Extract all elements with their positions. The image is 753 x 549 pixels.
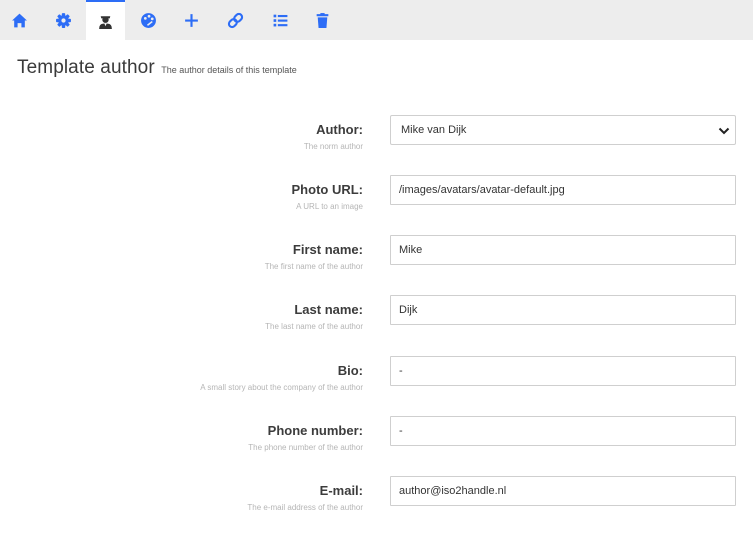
- author-select[interactable]: Mike van Dijk: [390, 115, 736, 145]
- tab-home[interactable]: [0, 0, 39, 40]
- last-name-row: Last name: The last name of the author: [0, 295, 753, 355]
- photo-url-label: Photo URL:: [291, 182, 363, 197]
- author-hint: The norm author: [303, 142, 363, 151]
- phone-label: Phone number:: [267, 423, 363, 438]
- trash-icon: [316, 12, 329, 28]
- author-label: Author:: [316, 122, 363, 137]
- bio-hint: A small story about the company of the a…: [200, 383, 363, 392]
- email-label: E-mail:: [319, 483, 363, 498]
- tab-delete[interactable]: [303, 0, 342, 40]
- first-name-label: First name:: [292, 242, 363, 257]
- phone-hint: The phone number of the author: [248, 443, 363, 452]
- photo-url-input[interactable]: [390, 175, 736, 205]
- gear-icon: [56, 12, 71, 28]
- photo-url-hint: A URL to an image: [296, 202, 363, 211]
- bio-label: Bio:: [337, 363, 363, 378]
- last-name-label: Last name:: [294, 302, 363, 317]
- list-icon: [273, 14, 288, 26]
- toolbar: [0, 0, 753, 40]
- author-icon: [99, 15, 112, 29]
- phone-input[interactable]: [390, 416, 736, 446]
- page-header: Template author The author details of th…: [17, 57, 297, 79]
- first-name-hint: The first name of the author: [264, 262, 363, 271]
- plus-icon: [185, 13, 198, 27]
- author-selected-value: Mike van Dijk: [401, 124, 467, 136]
- home-icon: [12, 13, 27, 27]
- email-row: E-mail: The e-mail address of the author: [0, 476, 753, 536]
- page-title: Template author: [17, 57, 155, 78]
- email-hint: The e-mail address of the author: [247, 503, 363, 512]
- tab-author[interactable]: [86, 0, 125, 40]
- first-name-row: First name: The first name of the author: [0, 235, 753, 295]
- tab-add[interactable]: [172, 0, 211, 40]
- bio-row: Bio: A small story about the company of …: [0, 356, 753, 416]
- bio-input[interactable]: [390, 356, 736, 386]
- first-name-input[interactable]: [390, 235, 736, 265]
- phone-row: Phone number: The phone number of the au…: [0, 416, 753, 476]
- author-row: Author: The norm author Mike van Dijk: [0, 115, 753, 175]
- last-name-hint: The last name of the author: [265, 322, 363, 331]
- palette-icon: [141, 12, 156, 28]
- tab-links[interactable]: [216, 0, 255, 40]
- photo-url-row: Photo URL: A URL to an image: [0, 175, 753, 235]
- chevron-down-icon: [718, 127, 730, 135]
- tab-settings[interactable]: [44, 0, 83, 40]
- tab-theme[interactable]: [129, 0, 168, 40]
- link-icon: [227, 12, 244, 28]
- email-input[interactable]: [390, 476, 736, 506]
- page-subtitle: The author details of this template: [161, 65, 297, 75]
- tab-list[interactable]: [261, 0, 300, 40]
- last-name-input[interactable]: [390, 295, 736, 325]
